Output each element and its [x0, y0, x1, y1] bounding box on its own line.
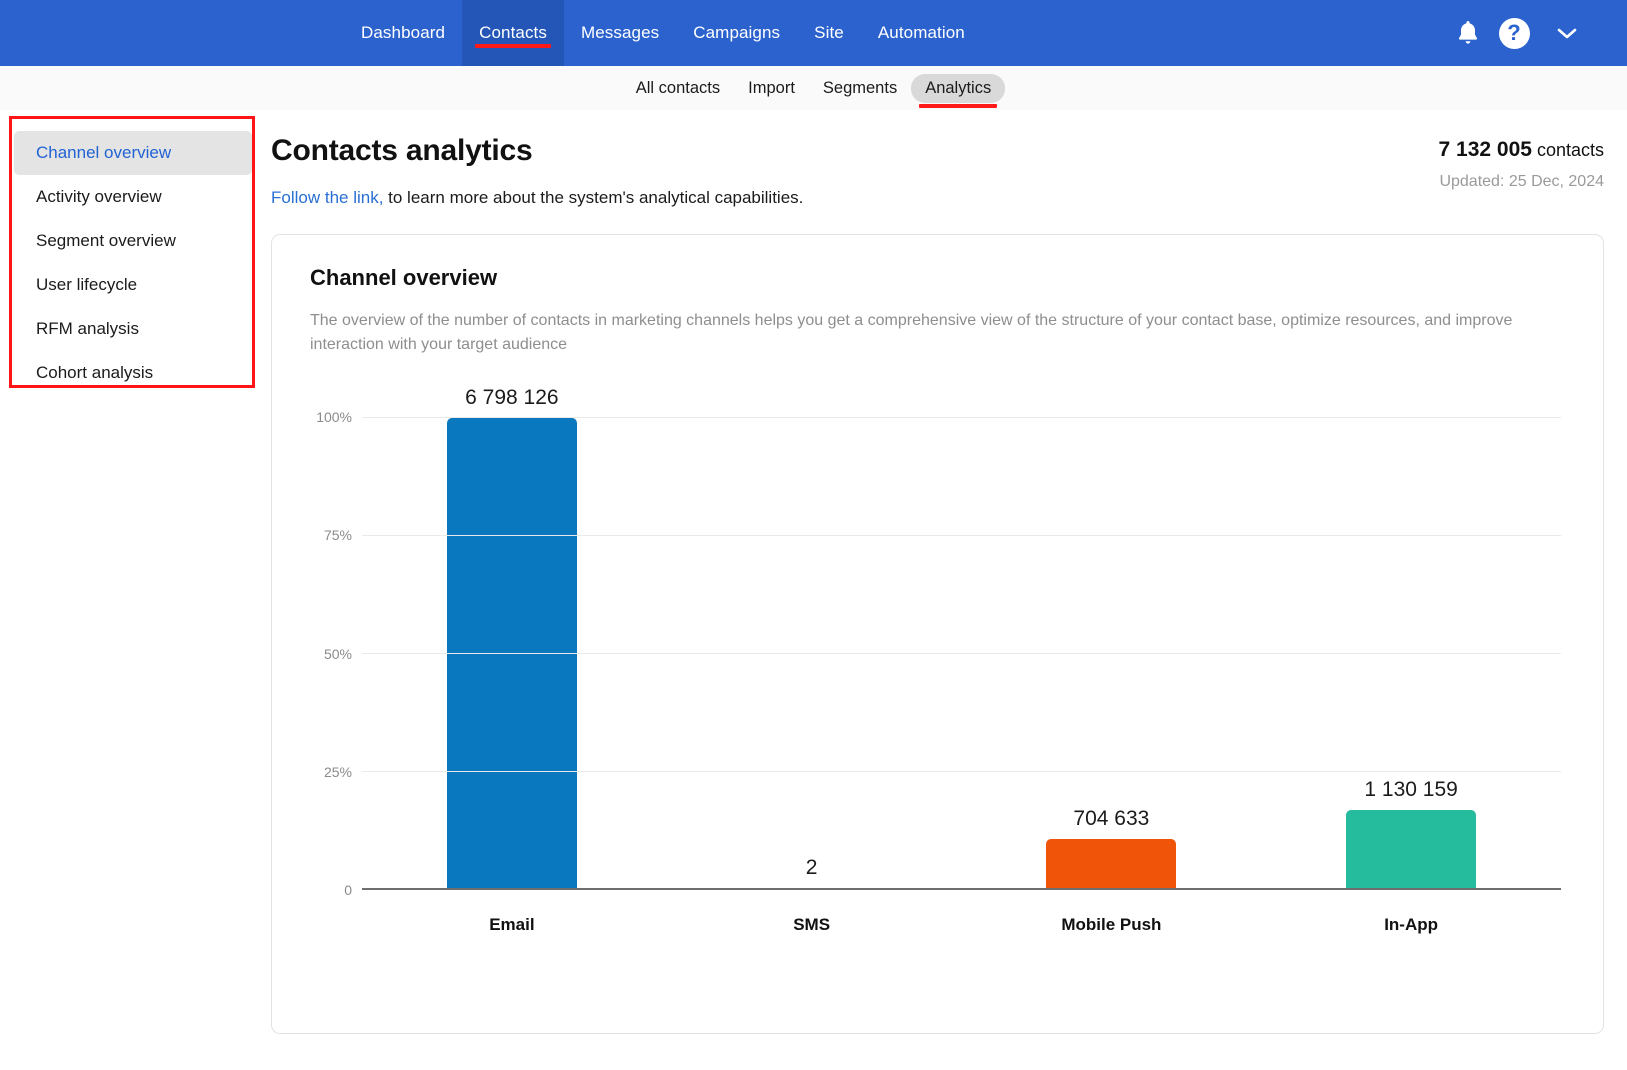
main-header-left: Contacts analytics Follow the link, to l…: [271, 124, 803, 208]
updated-timestamp: Updated: 25 Dec, 2024: [1439, 173, 1604, 190]
y-axis-tick: 75%: [323, 527, 352, 544]
sidebar-item-label: RFM analysis: [36, 319, 139, 338]
chart-x-axis-labels: Email SMS Mobile Push In-App: [362, 915, 1561, 935]
y-axis-tick-zero: 0: [344, 882, 352, 898]
sidebar-item-segment-overview[interactable]: Segment overview: [14, 219, 252, 263]
top-navigation-bar: Dashboard Contacts Messages Campaigns Si…: [0, 0, 1627, 66]
sidebar-list: Channel overview Activity overview Segme…: [0, 118, 266, 395]
y-axis-tick: 25%: [323, 763, 352, 780]
chart-gridline: 25%: [324, 764, 1561, 780]
notifications-button[interactable]: [1445, 10, 1491, 56]
sidebar-item-label: Cohort analysis: [36, 363, 154, 382]
red-annotation-underline-contacts: [475, 44, 551, 48]
sidebar-item-label: User lifecycle: [36, 275, 138, 294]
contacts-count-line: 7 132 005 contacts: [1439, 138, 1605, 162]
card-description: The overview of the number of contacts i…: [310, 312, 1513, 353]
chart-x-axis-label: SMS: [793, 915, 831, 934]
chart-x-axis-label: In-App: [1384, 915, 1439, 934]
contacts-count-unit: contacts: [1536, 140, 1604, 160]
chart-plot-area: 6 798 126 2 704 633 1 130 159 0 100% 75% 50% 2…: [316, 386, 1561, 898]
chart-gridline: 50%: [324, 646, 1561, 662]
nav-item-label: Site: [814, 23, 844, 42]
main-content: Contacts analytics Follow the link, to l…: [266, 110, 1627, 1070]
follow-the-link-link[interactable]: Follow the link,: [271, 188, 383, 207]
nav-item-automation[interactable]: Automation: [861, 0, 982, 66]
chart-x-axis-label: Email: [489, 915, 535, 934]
red-annotation-underline-analytics: [919, 103, 998, 108]
chart-baseline-axis: [362, 888, 1561, 890]
sidebar-item-rfm-analysis[interactable]: RFM analysis: [14, 307, 252, 351]
page-subtitle: Follow the link, to learn more about the…: [271, 188, 803, 208]
main-header: Contacts analytics Follow the link, to l…: [271, 124, 1604, 208]
subtab-all-contacts[interactable]: All contacts: [622, 74, 734, 103]
sidebar-item-activity-overview[interactable]: Activity overview: [14, 175, 252, 219]
subtab-analytics[interactable]: Analytics: [911, 73, 1006, 108]
chart-bar[interactable]: [1046, 839, 1177, 888]
subtab-label: Import: [748, 78, 795, 97]
nav-item-label: Campaigns: [693, 23, 781, 42]
nav-item-label: Messages: [580, 23, 660, 42]
nav-item-label: Contacts: [479, 23, 547, 42]
nav-item-campaigns[interactable]: Campaigns: [676, 0, 797, 66]
sidebar-item-label: Activity overview: [36, 187, 162, 206]
nav-item-dashboard[interactable]: Dashboard: [344, 0, 462, 66]
chart-bar-value-label: 704 633: [1073, 807, 1150, 831]
chart-gridline: 75%: [324, 527, 1561, 543]
nav-item-messages[interactable]: Messages: [564, 0, 676, 66]
page-title: Contacts analytics: [271, 134, 533, 167]
contacts-summary: 7 132 005 contacts Updated: 25 Dec, 2024: [1439, 124, 1605, 191]
analytics-sidebar: Channel overview Activity overview Segme…: [0, 110, 266, 1070]
nav-item-site[interactable]: Site: [797, 0, 861, 66]
sidebar-item-label: Channel overview: [36, 143, 172, 162]
subtab-import[interactable]: Import: [734, 74, 809, 103]
nav-item-label: Automation: [877, 23, 965, 42]
chart-bar-value-label: 6 798 126: [465, 386, 559, 409]
subtab-label: Analytics: [925, 78, 992, 97]
subtab-label: All contacts: [635, 78, 721, 97]
bell-icon: [1458, 21, 1478, 44]
page-body: Channel overview Activity overview Segme…: [0, 110, 1627, 1070]
sidebar-item-channel-overview[interactable]: Channel overview: [14, 131, 252, 175]
sidebar-item-user-lifecycle[interactable]: User lifecycle: [14, 263, 252, 307]
sub-navigation-bar: All contacts Import Segments Analytics: [0, 66, 1627, 110]
chart-bar-value-label: 1 130 159: [1364, 777, 1458, 801]
chart-gridline: 100%: [316, 409, 1561, 425]
y-axis-tick: 50%: [323, 645, 352, 662]
account-menu-button[interactable]: [1537, 0, 1597, 66]
page-subtitle-rest: to learn more about the system's analyti…: [383, 188, 804, 207]
top-nav-links: Dashboard Contacts Messages Campaigns Si…: [344, 0, 982, 66]
channel-overview-card: Channel overview The overview of the num…: [271, 234, 1604, 1034]
sidebar-item-label: Segment overview: [36, 231, 176, 250]
chart-bar[interactable]: [1346, 809, 1477, 888]
card-title: Channel overview: [310, 265, 498, 290]
sidebar-item-cohort-analysis[interactable]: Cohort analysis: [14, 351, 252, 395]
help-button[interactable]: ?: [1491, 10, 1537, 56]
help-icon: ?: [1498, 17, 1530, 49]
top-nav-right-group: ?: [1445, 0, 1627, 66]
y-axis-tick: 100%: [316, 409, 352, 425]
chevron-down-icon: [1557, 28, 1577, 39]
subtab-label: Segments: [822, 78, 898, 97]
channel-overview-chart: 6 798 126 2 704 633 1 130 159 0 100% 75% 50% 2…: [310, 385, 1565, 995]
nav-item-label: Dashboard: [361, 23, 446, 42]
subtab-segments[interactable]: Segments: [809, 74, 911, 103]
nav-item-contacts[interactable]: Contacts: [462, 0, 564, 66]
chart-bar-value-label: 2: [805, 856, 818, 879]
contacts-count-value: 7 132 005: [1438, 138, 1532, 161]
chart-x-axis-label: Mobile Push: [1061, 915, 1162, 934]
